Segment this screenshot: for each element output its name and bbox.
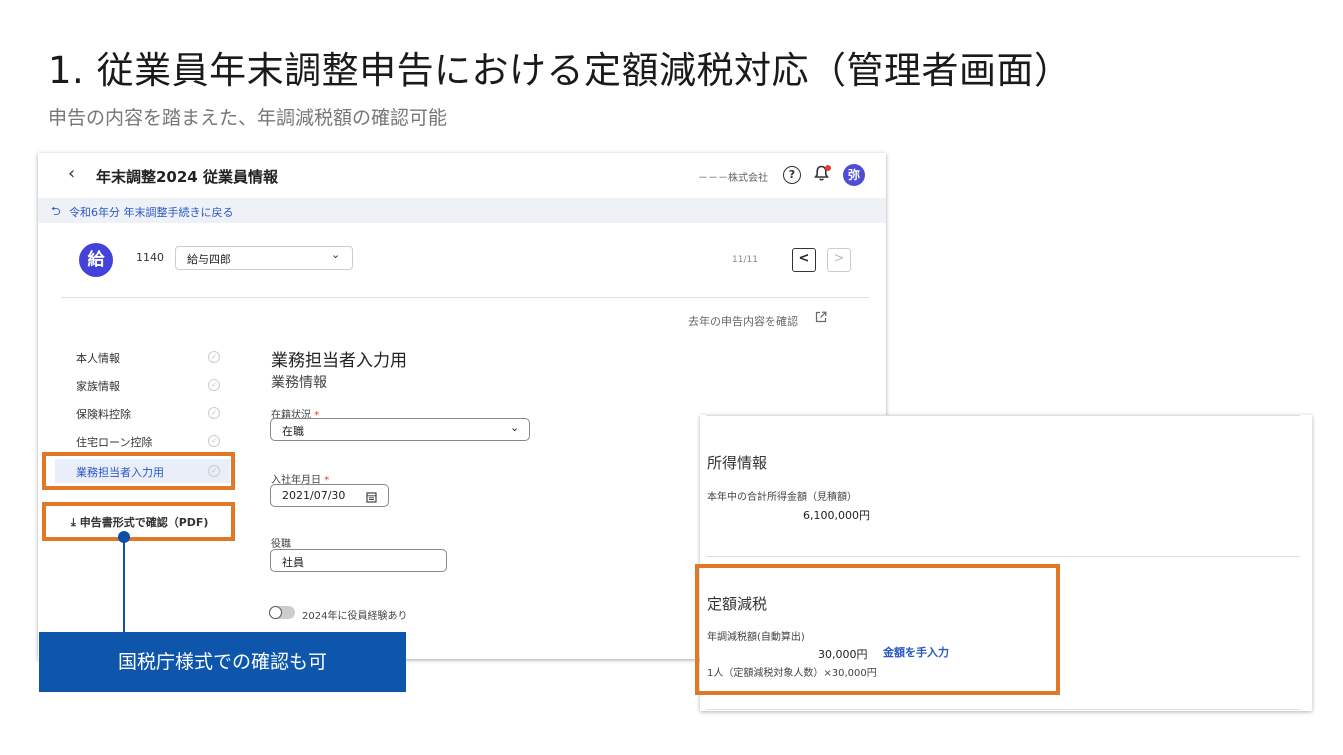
- next-employee-button[interactable]: >: [827, 248, 851, 272]
- officer-toggle-label: 2024年に役員経験あり: [302, 611, 408, 622]
- check-circle-icon: ✓: [208, 435, 220, 447]
- highlight-pdf: [42, 502, 235, 541]
- chevron-left-icon[interactable]: ‹: [68, 163, 75, 184]
- connector-dot: [118, 531, 130, 543]
- divider: [706, 556, 1300, 557]
- slide-subtitle: 申告の内容を踏まえた、年調減税額の確認可能: [48, 107, 448, 129]
- return-link[interactable]: 令和6年分 年末調整手続きに戻る: [69, 204, 234, 220]
- calendar-icon[interactable]: [366, 488, 377, 507]
- employee-name: 給与四郎: [187, 253, 231, 266]
- app-header: ‹ 年末調整2024 従業員情報 －－－株式会社 ? 弥: [38, 153, 886, 198]
- connector-line: [123, 540, 125, 634]
- divider: [706, 709, 1300, 710]
- status-value: 在職: [282, 425, 304, 438]
- chevron-down-icon: ⌄: [331, 248, 341, 261]
- highlight-tax: [695, 564, 1060, 695]
- income-total-value: 6,100,000円: [803, 509, 870, 522]
- external-link-icon[interactable]: [815, 311, 827, 326]
- role-field[interactable]: 社員: [270, 549, 447, 572]
- prev-employee-button[interactable]: <: [792, 248, 816, 272]
- role-value: 社員: [282, 556, 304, 569]
- check-circle-icon: ✓: [208, 407, 220, 419]
- form-title: 業務担当者入力用: [271, 351, 407, 371]
- highlight-admin-input: [42, 452, 235, 490]
- nav-item-family[interactable]: 家族情報: [76, 378, 120, 394]
- notification-dot: [825, 165, 831, 171]
- chevron-down-icon: ⌄: [510, 421, 520, 434]
- callout-box: 国税庁様式での確認も可: [39, 632, 406, 692]
- company-name: －－－株式会社: [698, 173, 768, 184]
- user-avatar[interactable]: 弥: [843, 164, 865, 186]
- check-circle-icon: ✓: [208, 379, 220, 391]
- nav-item-insurance[interactable]: 保険料控除: [76, 406, 131, 422]
- divider: [706, 415, 1300, 416]
- nav-item-housing-loan[interactable]: 住宅ローン控除: [76, 434, 152, 450]
- role-label: 役職: [271, 539, 291, 550]
- help-icon[interactable]: ?: [783, 166, 801, 184]
- check-circle-icon: ✓: [208, 351, 220, 363]
- return-bar: ⮌ 令和6年分 年末調整手続きに戻る: [38, 198, 886, 223]
- employee-id: 1140: [136, 251, 164, 264]
- return-arrow-icon: ⮌: [51, 204, 61, 218]
- form-subtitle: 業務情報: [271, 375, 327, 391]
- income-total-label: 本年中の合計所得金額（見積額）: [707, 492, 857, 503]
- prev-year-link[interactable]: 去年の申告内容を確認: [688, 313, 798, 329]
- slide-title: 1. 従業員年末調整申告における定額減税対応（管理者画面）: [48, 49, 1072, 92]
- status-select[interactable]: 在職 ⌄: [270, 418, 530, 441]
- nav-item-personal[interactable]: 本人情報: [76, 350, 120, 366]
- join-date-field[interactable]: 2021/07/30: [270, 484, 389, 507]
- employee-select[interactable]: 給与四郎 ⌄: [175, 246, 353, 270]
- income-title: 所得情報: [707, 454, 768, 472]
- pager-count: 11/11: [732, 255, 758, 265]
- join-date-value: 2021/07/30: [282, 489, 346, 502]
- divider: [61, 297, 869, 298]
- officer-toggle[interactable]: [269, 606, 295, 619]
- employee-avatar: 給: [79, 243, 113, 277]
- app-title: 年末調整2024 従業員情報: [96, 168, 278, 186]
- toggle-knob: [269, 606, 282, 619]
